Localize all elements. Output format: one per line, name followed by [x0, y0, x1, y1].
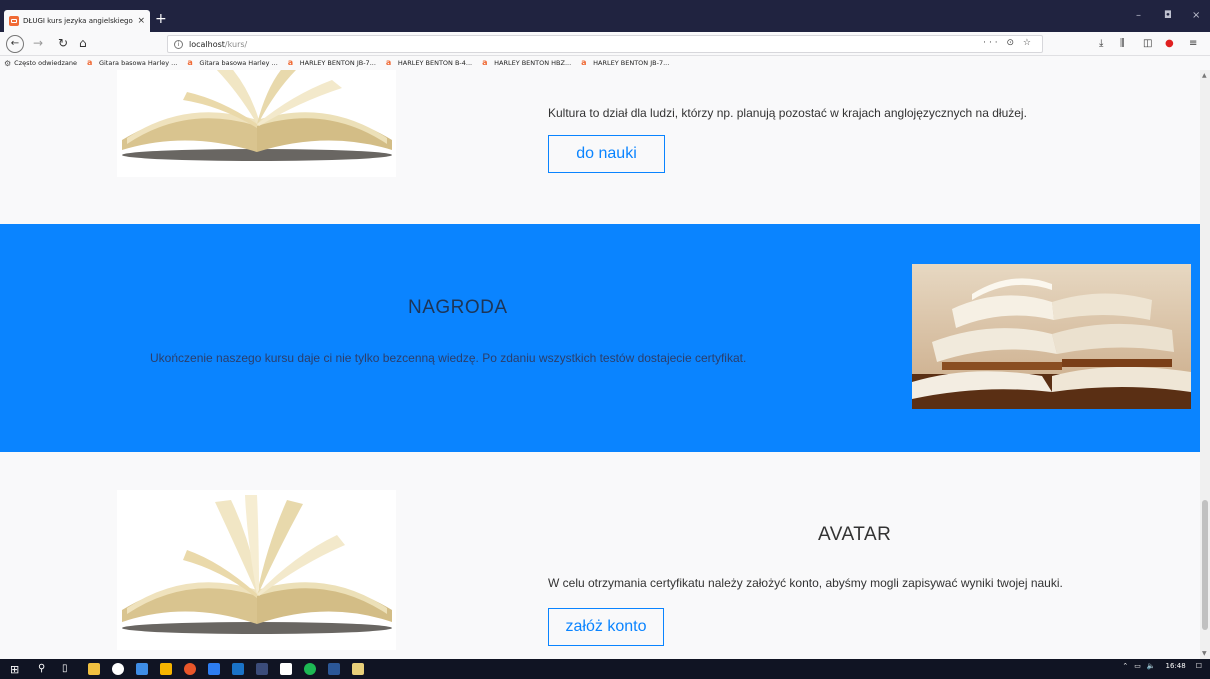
sidebar-icon[interactable]: ◫ — [1143, 38, 1152, 49]
download-icon[interactable]: ⤓ — [1099, 38, 1103, 49]
bookmark-item[interactable]: a HARLEY BENTON HBZ... — [482, 58, 572, 68]
bookmark-item[interactable]: a HARLEY BENTON JB-7... — [287, 58, 376, 68]
word-icon[interactable] — [328, 663, 340, 675]
url-bar[interactable]: i localhost/kurs/ ··· ⊙ ☆ — [167, 35, 1043, 53]
avatar-title: AVATAR — [818, 524, 892, 545]
firefox-icon[interactable] — [184, 663, 196, 675]
bookmark-label: HARLEY BENTON JB-7... — [593, 59, 670, 67]
scroll-up-icon[interactable]: ▲ — [1202, 72, 1207, 79]
page-scrollbar[interactable]: ▲ ▼ — [1200, 70, 1210, 659]
network-icon[interactable]: ▭ — [1134, 662, 1141, 670]
app-icon[interactable] — [112, 663, 124, 675]
store-icon[interactable] — [88, 663, 100, 675]
scroll-thumb[interactable] — [1202, 500, 1208, 630]
avatar-section: AVATAR W celu otrzymania certyfikatu nal… — [0, 452, 1200, 659]
navigation-bar: ← → ↻ ⌂ i localhost/kurs/ ··· ⊙ ☆ ⤓ ⫼ ◫ … — [0, 32, 1210, 56]
kultura-section: Kultura to dział dla ludzi, którzy np. p… — [0, 70, 1200, 224]
spotify-icon[interactable] — [304, 663, 316, 675]
site-info-icon[interactable]: i — [174, 39, 183, 49]
bookmark-label: Gitara basowa Harley ... — [199, 59, 278, 67]
kultura-description: Kultura to dział dla ludzi, którzy np. p… — [548, 106, 1027, 120]
active-tab[interactable]: DŁUGI kurs jezyka angielskiego × — [4, 10, 150, 32]
vscode-icon[interactable] — [208, 663, 220, 675]
bookmark-item[interactable]: a Gitara basowa Harley ... — [86, 58, 178, 68]
library-icon[interactable]: ⫼ — [1120, 38, 1125, 49]
open-book-image — [117, 490, 396, 650]
site-favicon-icon — [9, 16, 19, 26]
page-actions-icon[interactable]: ··· ⊙ ☆ — [983, 38, 1034, 48]
bookmark-label: HARLEY BENTON B-4... — [397, 59, 473, 67]
bookmark-label: HARLEY BENTON JB-7... — [299, 59, 376, 67]
page-viewport: Kultura to dział dla ludzi, którzy np. p… — [0, 70, 1200, 659]
mail-icon[interactable] — [136, 663, 148, 675]
amazon-icon: a — [287, 58, 294, 67]
amazon-icon: a — [187, 58, 193, 67]
amazon-icon: a — [482, 58, 488, 67]
amazon-icon: a — [581, 58, 587, 67]
bookmark-item[interactable]: ⚙ Często odwiedzane — [4, 59, 77, 68]
forward-arrow-icon[interactable]: → — [33, 36, 43, 50]
close-window-button[interactable]: × — [1192, 11, 1200, 21]
bookmark-label: HARLEY BENTON HBZ... — [494, 59, 572, 67]
bookmark-item[interactable]: a Gitara basowa Harley ... — [187, 58, 278, 68]
amazon-icon: a — [86, 58, 93, 67]
system-tray: ⌃ ▭ 🔈 16:48 ☐ — [1122, 662, 1202, 670]
new-tab-button[interactable]: + — [155, 12, 167, 26]
nagroda-section: NAGRODA Ukończenie naszego kursu daje ci… — [0, 224, 1200, 452]
tray-chevron-icon[interactable]: ⌃ — [1122, 662, 1128, 670]
tab-title: DŁUGI kurs jezyka angielskiego — [23, 17, 133, 25]
bookmark-item[interactable]: a HARLEY BENTON B-4... — [385, 58, 473, 68]
nagroda-title: NAGRODA — [408, 297, 508, 318]
bookmark-label: Często odwiedzane — [14, 59, 77, 67]
notepad-icon[interactable] — [352, 663, 364, 675]
task-view-icon[interactable]: ▯ — [62, 663, 74, 675]
stacked-books-image — [912, 264, 1191, 409]
file-explorer-icon[interactable] — [160, 663, 172, 675]
windows-start-icon[interactable]: ⊞ — [10, 663, 22, 676]
home-icon[interactable]: ⌂ — [79, 36, 87, 50]
nagroda-description: Ukończenie naszego kursu daje ci nie tyl… — [150, 351, 747, 365]
clock-time: 16:48 — [1165, 662, 1186, 670]
bookmark-label: Gitara basowa Harley ... — [98, 59, 178, 67]
gear-icon: ⚙ — [4, 58, 12, 68]
app-icon[interactable] — [280, 663, 292, 675]
url-host: localhost — [189, 39, 225, 49]
zaloz-konto-button[interactable]: załóż konto — [548, 608, 664, 646]
bookmark-item[interactable]: a HARLEY BENTON JB-7... — [581, 58, 670, 68]
back-arrow-icon[interactable]: ← — [6, 35, 24, 53]
volume-icon[interactable]: 🔈 — [1147, 662, 1156, 670]
minimize-button[interactable]: – — [1136, 11, 1141, 21]
amazon-icon: a — [385, 58, 392, 67]
avatar-description: W celu otrzymania certyfikatu należy zał… — [548, 576, 1063, 590]
url-path: /kurs/ — [224, 39, 248, 49]
clock[interactable]: 16:48 — [1166, 662, 1186, 670]
open-book-image — [117, 70, 396, 177]
maximize-button[interactable]: ◘ — [1164, 11, 1172, 21]
reload-icon[interactable]: ↻ — [58, 36, 68, 50]
do-nauki-button[interactable]: do nauki — [548, 135, 665, 173]
adblock-icon[interactable]: ● — [1165, 38, 1174, 49]
menu-icon[interactable]: ≡ — [1189, 38, 1197, 49]
bookmarks-bar: ⚙ Często odwiedzane a Gitara basowa Harley… — [0, 56, 1210, 70]
notifications-icon[interactable]: ☐ — [1196, 662, 1202, 670]
search-icon[interactable]: ⚲ — [38, 663, 50, 675]
tab-bar: DŁUGI kurs jezyka angielskiego × + – ◘ × — [0, 0, 1210, 32]
scroll-down-icon[interactable]: ▼ — [1202, 650, 1207, 657]
windows-taskbar: ⊞ ⚲ ▯ ⌃ ▭ 🔈 16:48 ☐ — [0, 659, 1210, 679]
tab-close-icon[interactable]: × — [137, 16, 145, 26]
app-icon[interactable] — [232, 663, 244, 675]
app-icon[interactable] — [256, 663, 268, 675]
